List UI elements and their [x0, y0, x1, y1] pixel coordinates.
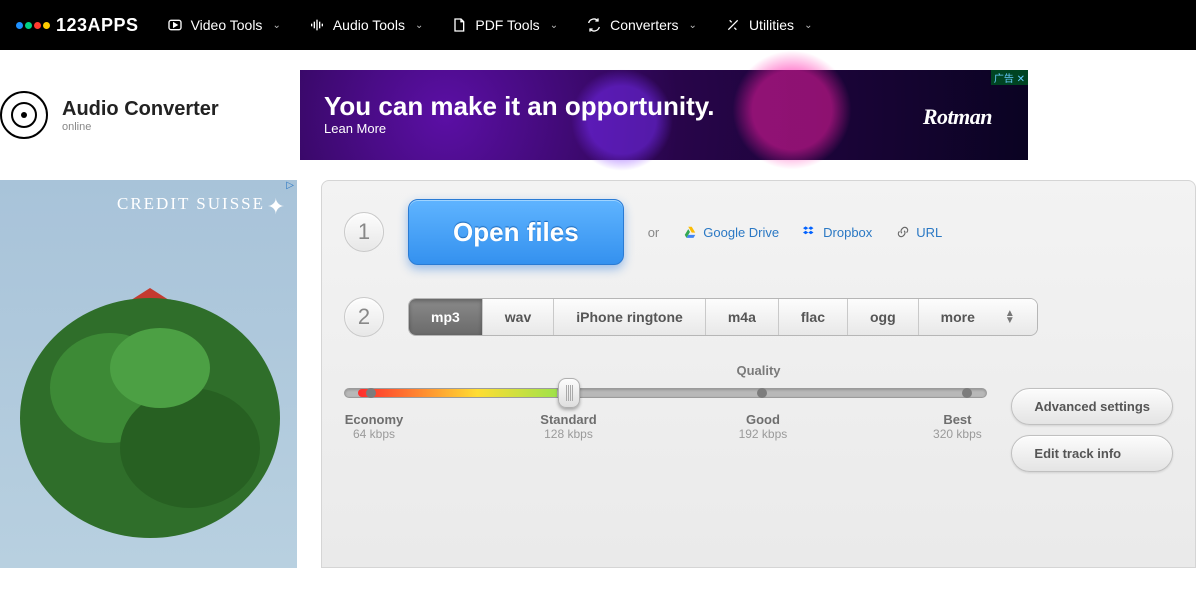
step-1-row: 1 Open files or Google Drive Dropbox URL	[344, 199, 1173, 265]
chevron-down-icon: ⌄	[415, 20, 423, 31]
nav-pdf-label: PDF Tools	[475, 17, 539, 33]
url-label: URL	[916, 225, 942, 240]
quality-title: Quality	[344, 363, 1173, 378]
tab-iphone-ringtone[interactable]: iPhone ringtone	[554, 299, 706, 335]
gdrive-label: Google Drive	[703, 225, 779, 240]
top-ad-banner[interactable]: You can make it an opportunity. Lean Mor…	[300, 70, 1028, 160]
scale-economy: Economy64 kbps	[344, 412, 404, 441]
chevron-down-icon: ⌄	[550, 20, 558, 31]
tab-m4a[interactable]: m4a	[706, 299, 779, 335]
utilities-icon	[725, 17, 741, 33]
app-identity: Audio Converter online	[0, 91, 260, 139]
quality-scale: Economy64 kbps Standard128 kbps Good192 …	[344, 412, 987, 441]
converter-panel: 1 Open files or Google Drive Dropbox URL…	[321, 180, 1196, 568]
slider-handle[interactable]	[558, 378, 580, 408]
google-drive-link[interactable]: Google Drive	[683, 225, 779, 240]
side-ad[interactable]: ▷ CREDIT SUISSE ✦	[0, 180, 297, 568]
app-title: Audio Converter	[62, 98, 219, 121]
dropbox-icon	[803, 225, 817, 239]
logo-dots-icon	[16, 22, 50, 29]
nav-utilities[interactable]: Utilities ⌄	[725, 17, 813, 33]
nav-converters-label: Converters	[610, 17, 678, 33]
edit-track-info-button[interactable]: Edit track info	[1011, 435, 1173, 472]
step-number-2: 2	[344, 297, 384, 337]
tab-more[interactable]: more▲▼	[919, 299, 1037, 335]
url-link[interactable]: URL	[896, 225, 942, 240]
scale-best: Best320 kbps	[927, 412, 987, 441]
link-icon	[896, 225, 910, 239]
advanced-settings-button[interactable]: Advanced settings	[1011, 388, 1173, 425]
tick-good	[757, 388, 767, 398]
updown-icon: ▲▼	[1005, 310, 1015, 324]
scale-standard: Standard128 kbps	[538, 412, 598, 441]
google-drive-icon	[683, 225, 697, 239]
nav-utilities-label: Utilities	[749, 17, 794, 33]
chevron-down-icon: ⌄	[689, 20, 697, 31]
converters-icon	[586, 17, 602, 33]
open-files-label: Open files	[453, 217, 579, 248]
dropbox-link[interactable]: Dropbox	[803, 225, 872, 240]
side-ad-brand: CREDIT SUISSE	[117, 194, 265, 214]
tab-wav[interactable]: wav	[483, 299, 554, 335]
quality-slider[interactable]: Economy64 kbps Standard128 kbps Good192 …	[344, 388, 987, 441]
side-ad-star-icon: ✦	[267, 194, 285, 220]
tab-mp3[interactable]: mp3	[409, 299, 483, 335]
main-area: ▷ CREDIT SUISSE ✦ 1 Open files or Google…	[0, 180, 1196, 568]
scale-good: Good192 kbps	[733, 412, 793, 441]
slider-track[interactable]	[344, 388, 987, 398]
brand-text: 123APPS	[56, 15, 139, 36]
ad-badge: 广告 ✕	[991, 70, 1028, 85]
tab-ogg[interactable]: ogg	[848, 299, 919, 335]
audio-icon	[309, 17, 325, 33]
ad-brand: Rotman	[923, 104, 992, 130]
quality-block: Quality Economy64 kbps Standard128 kbps …	[344, 363, 1173, 472]
nav-converters[interactable]: Converters ⌄	[586, 17, 697, 33]
ad-badge: ▷	[283, 180, 297, 191]
audio-converter-icon	[0, 91, 48, 139]
nav-pdf-tools[interactable]: PDF Tools ⌄	[451, 17, 558, 33]
brand-logo[interactable]: 123APPS	[16, 15, 139, 36]
ad-headline: You can make it an opportunity.	[324, 92, 715, 121]
step-2-row: 2 mp3 wav iPhone ringtone m4a flac ogg m…	[344, 297, 1173, 337]
nav-audio-label: Audio Tools	[333, 17, 405, 33]
nav-video-tools[interactable]: Video Tools ⌄	[167, 17, 281, 33]
or-text: or	[648, 225, 660, 240]
side-ad-image	[0, 248, 297, 548]
nav-audio-tools[interactable]: Audio Tools ⌄	[309, 17, 424, 33]
ad-cta[interactable]: Lean More	[324, 121, 386, 136]
tick-best	[962, 388, 972, 398]
open-files-button[interactable]: Open files	[408, 199, 624, 265]
right-buttons: Advanced settings Edit track info	[1011, 388, 1173, 472]
app-subtitle: online	[62, 121, 219, 133]
tab-flac[interactable]: flac	[779, 299, 848, 335]
nav-video-label: Video Tools	[191, 17, 263, 33]
dropbox-label: Dropbox	[823, 225, 872, 240]
header-strip: Audio Converter online You can make it a…	[0, 50, 1196, 180]
chevron-down-icon: ⌄	[804, 20, 812, 31]
pdf-icon	[451, 17, 467, 33]
step-number-1: 1	[344, 212, 384, 252]
video-icon	[167, 17, 183, 33]
tick-economy	[366, 388, 376, 398]
format-tabs: mp3 wav iPhone ringtone m4a flac ogg mor…	[408, 298, 1038, 336]
top-navbar: 123APPS Video Tools ⌄ Audio Tools ⌄ PDF To…	[0, 0, 1196, 50]
chevron-down-icon: ⌄	[272, 20, 280, 31]
